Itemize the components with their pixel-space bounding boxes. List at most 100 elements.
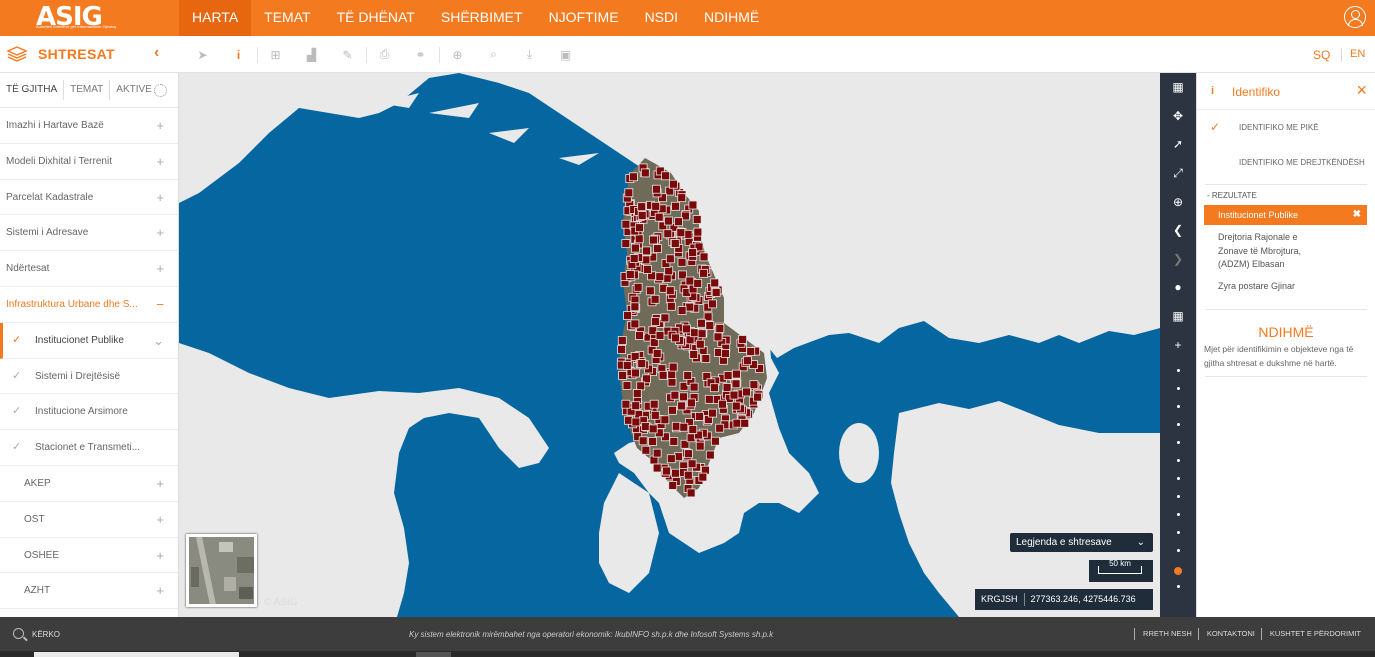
nav-ndihme[interactable]: NDIHMË (691, 0, 772, 36)
next-extent-icon[interactable]: ❯ (1160, 245, 1196, 274)
layer-group-parcelat[interactable]: Parcelat Kadastrale + (0, 180, 178, 216)
institution-marker[interactable] (642, 246, 652, 256)
zoom-level-dot[interactable] (1177, 369, 1180, 372)
profile-chart-icon[interactable]: ▟ (294, 36, 330, 73)
institution-marker[interactable] (648, 424, 658, 434)
institution-marker[interactable] (641, 255, 651, 265)
layer-group-azht[interactable]: AZHT + (0, 573, 178, 610)
institution-marker[interactable] (721, 348, 730, 358)
institution-marker[interactable] (652, 349, 662, 358)
institution-marker[interactable] (669, 179, 678, 189)
institution-marker[interactable] (628, 172, 638, 182)
institution-marker[interactable] (708, 408, 717, 418)
zoom-in-icon[interactable]: + (1160, 330, 1196, 359)
institution-marker[interactable] (683, 229, 693, 239)
institution-marker[interactable] (711, 287, 721, 297)
institution-marker[interactable] (667, 405, 677, 415)
institution-marker[interactable] (637, 211, 647, 221)
institution-marker[interactable] (636, 381, 646, 391)
identify-info-icon[interactable]: i (221, 36, 257, 73)
expand-icon[interactable]: + (156, 144, 164, 179)
institution-marker[interactable] (693, 227, 703, 237)
institution-marker[interactable] (671, 421, 681, 431)
institution-marker[interactable] (683, 371, 693, 381)
basemap-toggle-icon[interactable]: ▦ (1160, 73, 1196, 102)
zoom-level-dot[interactable] (1177, 585, 1180, 588)
layer-group-imazhi[interactable]: Imazhi i Hartave Bazë + (0, 108, 178, 144)
institution-marker[interactable] (686, 488, 696, 498)
institution-marker[interactable] (624, 188, 634, 198)
search-label[interactable]: KËRKO (32, 630, 60, 639)
institution-marker[interactable] (653, 244, 662, 254)
institution-marker[interactable] (662, 466, 672, 476)
nav-te-dhenat[interactable]: TË DHËNAT (324, 0, 428, 36)
checkmark-icon[interactable]: ✓ (12, 394, 21, 429)
institution-marker[interactable] (617, 345, 627, 354)
results-header[interactable]: - REZULTATE (1197, 185, 1375, 203)
institution-marker[interactable] (689, 382, 699, 392)
select-pointer-icon[interactable]: ➤ (185, 36, 221, 73)
institution-marker[interactable] (634, 223, 644, 233)
institution-marker[interactable] (630, 302, 640, 312)
expand-icon[interactable]: + (156, 251, 164, 286)
layer-group-adresave[interactable]: Sistemi i Adresave + (0, 215, 178, 252)
institution-marker[interactable] (674, 217, 683, 227)
layer-sistemi-drejtesise[interactable]: ✓ Sistemi i Drejtësisë (0, 359, 178, 395)
overview-minimap[interactable] (186, 534, 257, 607)
locate-icon[interactable]: ➚ (1160, 130, 1196, 159)
institution-marker[interactable] (634, 331, 644, 340)
institution-marker[interactable] (715, 423, 725, 433)
institution-marker[interactable] (697, 329, 707, 339)
tab-te-gjitha[interactable]: TË GJITHA (0, 80, 65, 100)
institution-marker[interactable] (686, 433, 696, 443)
institution-marker[interactable] (682, 324, 691, 334)
institution-marker[interactable] (677, 401, 686, 411)
institution-marker[interactable] (676, 228, 686, 238)
institution-marker[interactable] (658, 370, 668, 380)
institution-marker[interactable] (629, 254, 639, 264)
expand-icon[interactable]: + (156, 573, 164, 608)
zoom-level-handle[interactable] (1174, 567, 1182, 575)
institution-marker[interactable] (695, 411, 704, 421)
institution-marker[interactable] (618, 370, 628, 380)
institution-marker[interactable] (630, 243, 640, 253)
search-icon[interactable] (13, 628, 24, 639)
institution-marker[interactable] (685, 276, 695, 286)
institution-marker[interactable] (637, 359, 647, 369)
institution-marker[interactable] (670, 390, 680, 400)
institution-marker[interactable] (645, 286, 655, 296)
institution-marker[interactable] (660, 313, 670, 323)
institution-marker[interactable] (665, 254, 675, 264)
institution-marker[interactable] (688, 425, 698, 434)
institution-marker[interactable] (671, 468, 681, 478)
lang-en-button[interactable]: EN (1350, 48, 1365, 60)
institution-marker[interactable] (674, 452, 683, 462)
institution-marker[interactable] (722, 383, 732, 392)
institution-marker[interactable] (718, 399, 727, 409)
layer-stacionet[interactable]: ✓ Stacionet e Transmeti... (0, 430, 178, 466)
lang-sq-button[interactable]: SQ (1313, 48, 1330, 62)
add-icon[interactable]: ⊕ (440, 36, 476, 73)
institution-marker[interactable] (687, 459, 697, 469)
institution-marker[interactable] (632, 389, 642, 399)
institution-marker[interactable] (668, 362, 678, 372)
tab-temat[interactable]: TEMAT (64, 80, 111, 100)
institution-marker[interactable] (715, 324, 725, 334)
nav-njoftime[interactable]: NJOFTIME (536, 0, 632, 36)
institution-marker[interactable] (641, 422, 650, 431)
grid-icon[interactable]: ▦ (1160, 302, 1196, 331)
institution-marker[interactable] (731, 401, 741, 411)
zoom-level-dot[interactable] (1177, 405, 1180, 408)
layer-group-ndertesat[interactable]: Ndërtesat + (0, 251, 178, 287)
search-map-icon[interactable]: ⌕ (476, 36, 512, 73)
checkmark-icon[interactable]: ✓ (12, 359, 21, 394)
institution-marker[interactable] (649, 399, 659, 409)
institution-marker[interactable] (732, 418, 742, 428)
institution-marker[interactable] (688, 248, 698, 258)
institution-marker[interactable] (701, 354, 711, 364)
institution-marker[interactable] (660, 415, 670, 425)
institution-marker[interactable] (692, 215, 702, 224)
institution-marker[interactable] (738, 335, 747, 344)
link-icon[interactable]: ⚭ (403, 36, 439, 73)
tab-aktive[interactable]: AKTIVE (110, 80, 152, 100)
